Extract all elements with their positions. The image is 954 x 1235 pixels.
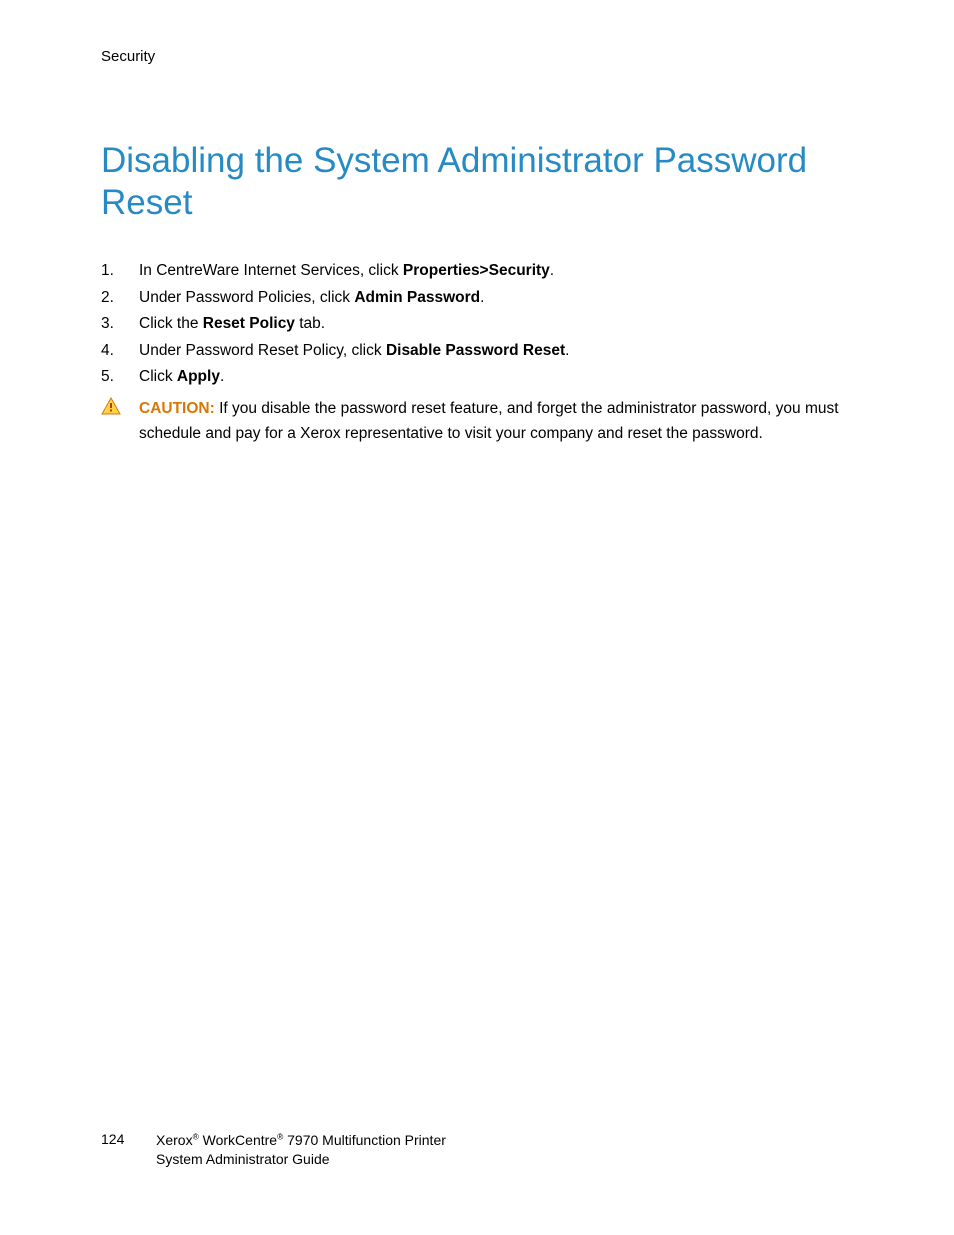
page-header: Security	[101, 48, 155, 65]
step-number: 2.	[101, 285, 139, 311]
steps-list: 1. In CentreWare Internet Services, clic…	[101, 258, 854, 447]
step-text: Click Apply.	[139, 364, 224, 390]
warning-icon	[101, 396, 139, 447]
step-5: 5. Click Apply.	[101, 364, 854, 390]
page-footer: 124 Xerox® WorkCentre® 7970 Multifunctio…	[101, 1131, 854, 1169]
page-title: Disabling the System Administrator Passw…	[101, 140, 894, 224]
step-3: 3. Click the Reset Policy tab.	[101, 311, 854, 337]
step-number: 4.	[101, 338, 139, 364]
step-number: 1.	[101, 258, 139, 284]
step-text: Under Password Policies, click Admin Pas…	[139, 285, 484, 311]
footer-text: Xerox® WorkCentre® 7970 Multifunction Pr…	[156, 1131, 446, 1169]
step-text: Under Password Reset Policy, click Disab…	[139, 338, 569, 364]
step-text: In CentreWare Internet Services, click P…	[139, 258, 554, 284]
step-number: 5.	[101, 364, 139, 390]
step-1: 1. In CentreWare Internet Services, clic…	[101, 258, 854, 284]
caution-block: CAUTION: If you disable the password res…	[101, 396, 854, 447]
step-2: 2. Under Password Policies, click Admin …	[101, 285, 854, 311]
step-4: 4. Under Password Reset Policy, click Di…	[101, 338, 854, 364]
step-text: Click the Reset Policy tab.	[139, 311, 325, 337]
step-number: 3.	[101, 311, 139, 337]
caution-text: CAUTION: If you disable the password res…	[139, 396, 854, 447]
page-number: 124	[101, 1131, 156, 1169]
